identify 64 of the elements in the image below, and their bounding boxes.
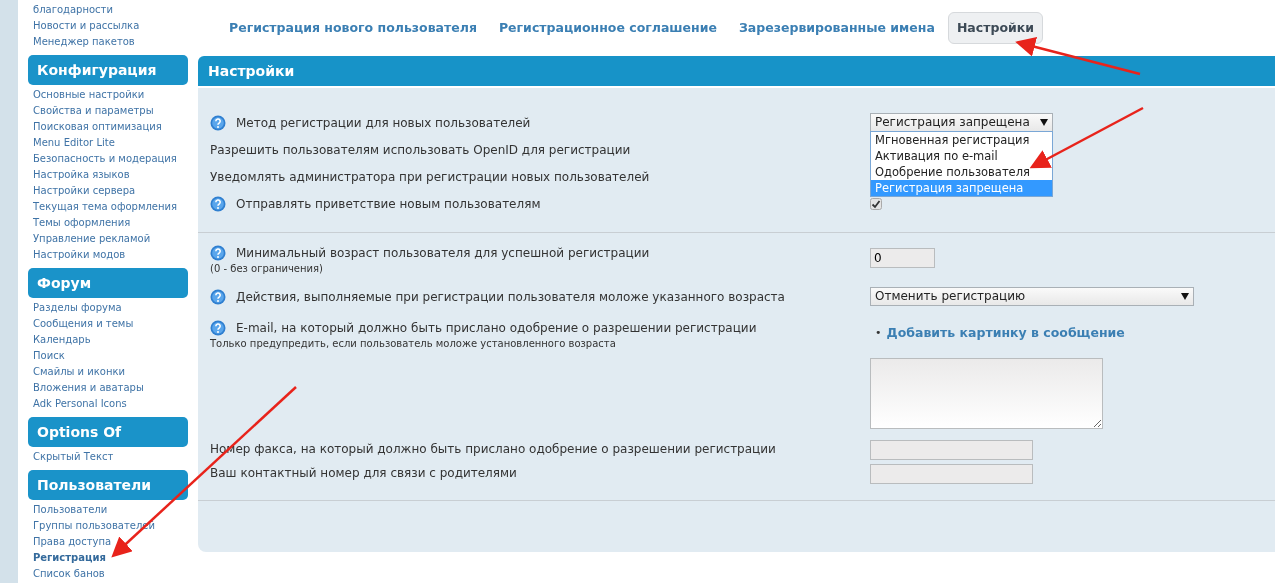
dropdown-option[interactable]: Регистрация запрещена (871, 180, 1052, 196)
bullet-icon: • (875, 325, 882, 342)
sidebar-link[interactable]: Календарь (28, 332, 188, 348)
help-icon[interactable] (210, 245, 226, 261)
sidebar-link[interactable]: Смайлы и иконки (28, 364, 188, 380)
sidebar-section-header: Форум (28, 268, 188, 298)
setting-note: Только предупредить, если пользователь моложе установленного возраста (210, 337, 617, 351)
sidebar-link[interactable]: благодарности (28, 2, 188, 18)
sidebar-link[interactable]: Темы оформления (28, 215, 188, 231)
sidebar-link[interactable]: Adk Personal Icons (28, 396, 188, 412)
sidebar-section-header: Конфигурация (28, 55, 188, 85)
sidebar-link[interactable]: Регистрация (28, 550, 188, 566)
sidebar-link[interactable]: Вложения и аватары (28, 380, 188, 396)
sidebar-link[interactable]: Поиск (28, 348, 188, 364)
help-icon[interactable] (210, 114, 226, 131)
sidebar-link[interactable]: Разделы форума (28, 300, 188, 316)
tab[interactable]: Регистрация нового пользователя (220, 11, 486, 45)
add-image-link[interactable]: Добавить картинку в сообщение (886, 324, 1125, 343)
sidebar-link[interactable]: Настройки сервера (28, 183, 188, 199)
setting-note: (0 - без ограничения) (210, 262, 324, 276)
sidebar-link[interactable]: Управление рекламой (28, 231, 188, 247)
sidebar-link[interactable]: Свойства и параметры (28, 103, 188, 119)
caret-icon (1040, 119, 1048, 126)
setting-label: Разрешить пользователям использовать OpenID для регистрации (210, 141, 631, 158)
setting-label: Метод регистрации для новых пользователей (236, 114, 531, 131)
sidebar-link[interactable]: Новости и рассылка (28, 18, 188, 34)
dropdown-option[interactable]: Одобрение пользователя (871, 164, 1052, 180)
input-field[interactable] (870, 439, 1033, 460)
setting-label: Ваш контактный номер для связи с родителями (210, 465, 517, 481)
sidebar-link[interactable]: Текущая тема оформления (28, 199, 188, 215)
input-field[interactable]: 0 (870, 248, 935, 268)
setting-label: Действия, выполняемые при регистрации пользователя моложе указанного возраста (236, 288, 785, 305)
checkbox[interactable] (870, 197, 882, 210)
sidebar-link[interactable]: Менеджер пакетов (28, 34, 188, 50)
text-area[interactable] (870, 357, 1103, 429)
sidebar-link[interactable]: Настройка языков (28, 167, 188, 183)
sidebar-link[interactable]: Поисковая оптимизация (28, 119, 188, 135)
sidebar-link[interactable]: Настройки модов (28, 247, 188, 263)
sidebar-link[interactable]: Безопасность и модерация (28, 151, 188, 167)
tab[interactable]: Регистрационное соглашение (489, 11, 726, 45)
setting-label: Уведомлять администратора при регистрации новых пользователей (210, 168, 650, 185)
caret-icon (1181, 293, 1189, 300)
help-icon[interactable] (210, 288, 226, 305)
sidebar-section-header: Пользователи (28, 470, 188, 500)
select-field[interactable]: Отменить регистрацию (870, 287, 1194, 306)
setting-label: Отправлять приветствие новым пользователям (236, 195, 541, 212)
sidebar-link[interactable]: Сообщения и темы (28, 316, 188, 332)
dropdown-option[interactable]: Мгновенная регистрация (871, 132, 1052, 148)
sidebar-link[interactable]: Menu Editor Lite (28, 135, 188, 151)
sidebar-link[interactable]: Права доступа (28, 534, 188, 550)
panel-header: Настройки (198, 56, 1275, 86)
help-icon[interactable] (210, 320, 226, 336)
setting-label: E-mail, на который должно быть прислано одобрение о разрешении регистрации (236, 320, 757, 336)
sidebar-link[interactable]: Пользователи (28, 502, 188, 518)
tab[interactable]: Зарезервированные имена (729, 11, 944, 45)
sidebar-link[interactable]: Скрытый Текст (28, 449, 188, 465)
tab[interactable]: Настройки (947, 11, 1043, 45)
input-field[interactable] (870, 464, 1033, 484)
sidebar-section-header: Options Of (28, 417, 188, 447)
help-icon[interactable] (210, 195, 226, 212)
dropdown-option[interactable]: Активация по e-mail (871, 148, 1052, 164)
sidebar-link[interactable]: Основные настройки (28, 87, 188, 103)
sidebar-link[interactable]: Список банов (28, 566, 188, 582)
setting-label: Минимальный возраст пользователя для успешной регистрации (236, 245, 650, 261)
